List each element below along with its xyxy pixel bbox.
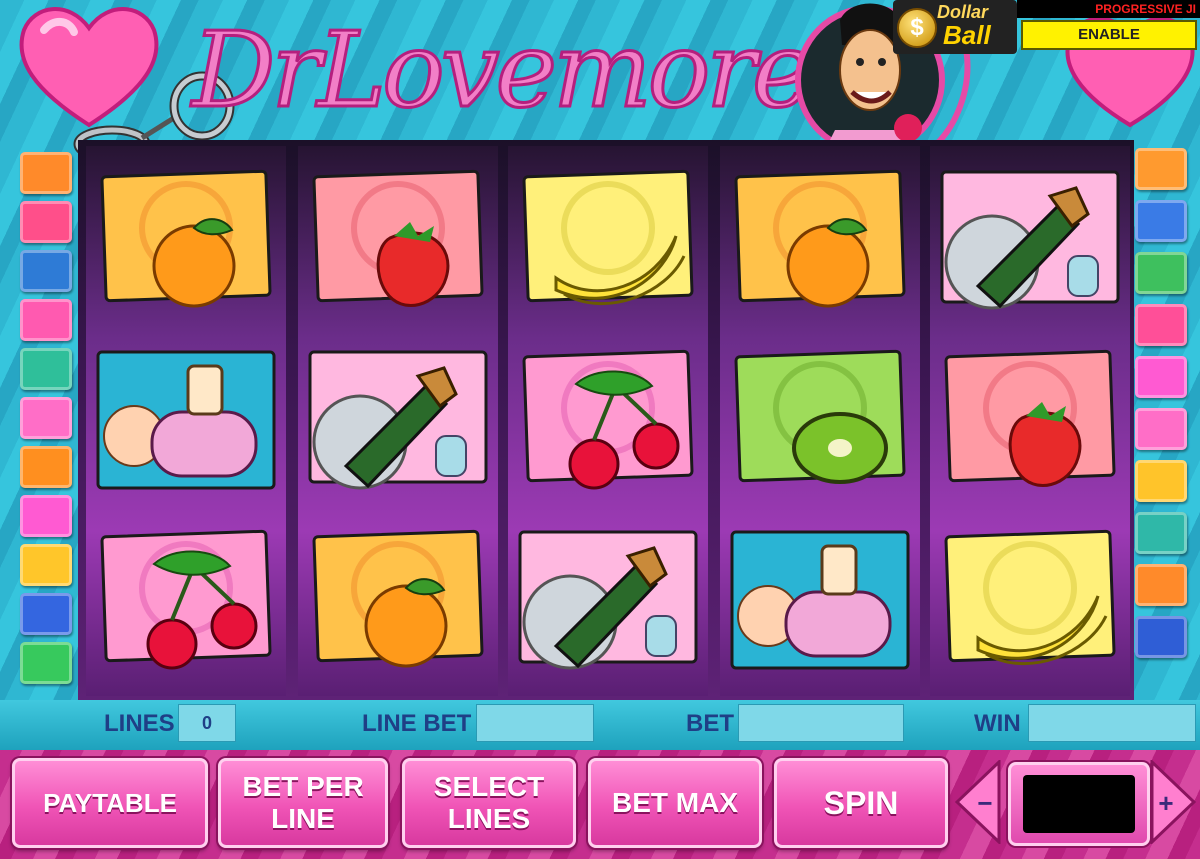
payline-marker-right[interactable]: [1135, 200, 1187, 242]
game-logo: DrLovemore: [191, 8, 816, 133]
banana-symbol-icon: [944, 529, 1116, 666]
line-bet-label: LINE BET: [362, 710, 472, 737]
enable-jackpot-button[interactable]: ENABLE: [1021, 20, 1197, 50]
decrease-stake-button[interactable]: −: [955, 760, 1001, 844]
info-bar: LINES 0 LINE BET BET WIN: [0, 700, 1200, 750]
payline-marker-left[interactable]: [20, 593, 72, 635]
select-lines-button[interactable]: SELECT LINES: [402, 758, 576, 848]
minus-icon: −: [977, 788, 992, 818]
bet-max-label: BET MAX: [612, 787, 738, 818]
paytable-button-label: PAYTABLE: [43, 787, 177, 818]
reel-1: [86, 146, 286, 696]
cherry-symbol-icon: [100, 529, 272, 670]
lines-value: 0: [178, 704, 236, 742]
payline-marker-left[interactable]: [20, 397, 72, 439]
payline-marker-left[interactable]: [20, 152, 72, 194]
strawberry-symbol-icon: [944, 349, 1116, 487]
plus-icon: +: [1158, 788, 1173, 818]
payline-marker-right[interactable]: [1135, 408, 1187, 450]
lines-label: LINES: [104, 710, 175, 737]
bet-max-button[interactable]: BET MAX: [588, 758, 762, 848]
payline-marker-left[interactable]: [20, 299, 72, 341]
increase-stake-button[interactable]: +: [1150, 760, 1196, 844]
bet-per-line-button[interactable]: BET PER LINE: [218, 758, 388, 848]
spin-label: SPIN: [823, 784, 899, 821]
bet-label: BET: [686, 710, 734, 737]
orange-symbol-icon: [100, 169, 272, 308]
line-bet-value: [476, 704, 594, 742]
paytable-button[interactable]: PAYTABLE: [12, 758, 208, 848]
payline-marker-right[interactable]: [1135, 512, 1187, 554]
banana-symbol-icon: [522, 169, 694, 306]
reel-4: [720, 146, 920, 696]
perfume-symbol-icon: [96, 350, 276, 490]
control-bar: PAYTABLE BET PER LINE SELECT LINES BET M…: [0, 750, 1200, 859]
win-value: [1028, 704, 1196, 742]
payline-marker-left[interactable]: [20, 495, 72, 537]
bet-per-line-label-1: BET PER: [242, 771, 364, 802]
stake-display: [1023, 775, 1135, 833]
payline-marker-left[interactable]: [20, 642, 72, 684]
select-lines-label-2: LINES: [447, 803, 531, 834]
payline-marker-right[interactable]: [1135, 564, 1187, 606]
kiwi-symbol-icon: [734, 349, 906, 484]
payline-marker-left[interactable]: [20, 544, 72, 586]
orange-symbol-icon: [734, 169, 906, 308]
dollar-ball-brand-bottom: Ball: [943, 20, 991, 50]
payline-marker-right[interactable]: [1135, 252, 1187, 294]
reel-5: [930, 146, 1130, 696]
payline-marker-left[interactable]: [20, 446, 72, 488]
orange-symbol-icon: [312, 529, 484, 668]
payline-marker-right[interactable]: [1135, 356, 1187, 398]
perfume-symbol-icon: [730, 530, 910, 670]
bet-value: [738, 704, 904, 742]
strawberry-symbol-icon: [312, 169, 484, 307]
win-label: WIN: [974, 710, 1021, 737]
reel-area: [78, 140, 1134, 700]
progressive-jackpot-label: PROGRESSIVE JІ: [1017, 0, 1200, 18]
payline-marker-left[interactable]: [20, 201, 72, 243]
bet-per-line-label-2: LINE: [271, 803, 335, 834]
payline-marker-right[interactable]: [1135, 460, 1187, 502]
dollar-ball-logo: $ Dollar Ball: [893, 0, 1017, 54]
reel-2: [298, 146, 498, 696]
select-lines-label-1: SELECT: [433, 771, 545, 802]
payline-marker-right[interactable]: [1135, 616, 1187, 658]
stake-display-frame: [1008, 762, 1150, 846]
payline-marker-left[interactable]: [20, 348, 72, 390]
payline-marker-right[interactable]: [1135, 304, 1187, 346]
spin-button[interactable]: SPIN: [774, 758, 948, 848]
champagne-symbol-icon: [308, 350, 488, 490]
reel-3: [508, 146, 708, 696]
dollar-coin-icon: $: [897, 8, 937, 48]
champagne-symbol-icon: [518, 530, 698, 670]
payline-marker-right[interactable]: [1135, 148, 1187, 190]
cherry-symbol-icon: [522, 349, 694, 490]
payline-marker-left[interactable]: [20, 250, 72, 292]
progressive-jackpot-panel: $ Dollar Ball PROGRESSIVE JІ ENABLE: [893, 0, 1200, 54]
champagne-symbol-icon: [940, 170, 1120, 310]
